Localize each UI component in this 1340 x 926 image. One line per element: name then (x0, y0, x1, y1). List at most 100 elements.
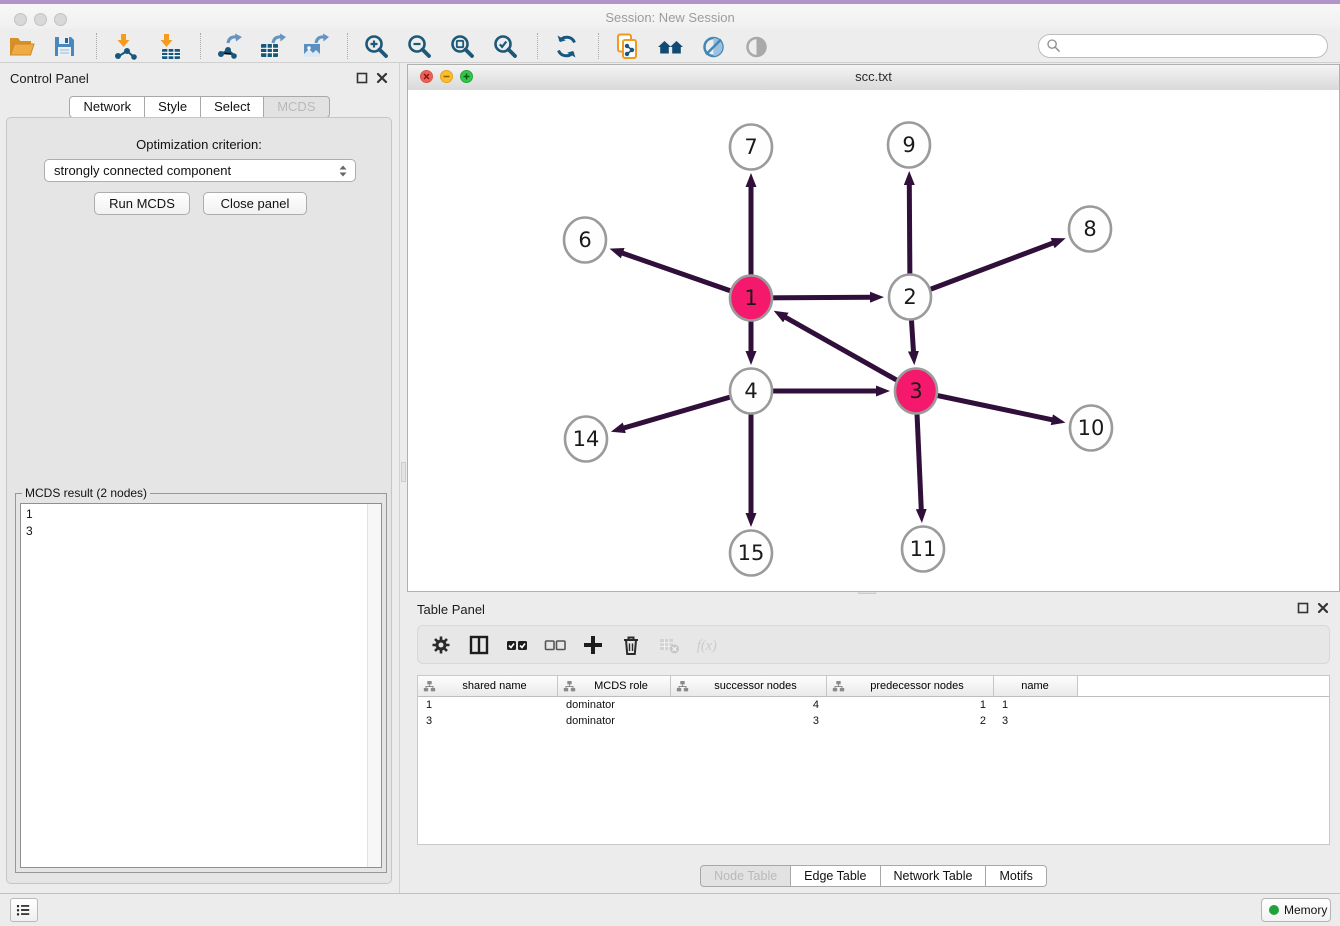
table-cell[interactable]: dominator (558, 699, 671, 711)
table-cell[interactable]: 3 (994, 715, 1078, 727)
search-input[interactable] (1038, 34, 1328, 58)
search-field[interactable] (1065, 36, 1319, 56)
table-cell[interactable]: 1 (418, 699, 558, 711)
table-body: 1dominator4113dominator323 (418, 697, 1329, 729)
toolbar-separator (96, 33, 98, 59)
column-header-predecessor-nodes[interactable]: predecessor nodes (827, 676, 994, 696)
column-label: MCDS role (578, 680, 670, 692)
criterion-select[interactable]: strongly connected component (44, 159, 356, 182)
optimization-criterion-label: Optimization criterion: (7, 137, 391, 152)
graph-svg[interactable]: 1 2 3 4 6 7 8 9 10 11 14 15 (408, 90, 1339, 591)
first-neighbors-icon[interactable] (657, 33, 684, 60)
control-panel-title: Control Panel (10, 71, 89, 86)
list-icon (14, 901, 33, 919)
table-tab-motifs[interactable]: Motifs (986, 865, 1046, 887)
run-mcds-button[interactable]: Run MCDS (94, 192, 190, 215)
column-header-MCDS-role[interactable]: MCDS role (558, 676, 671, 696)
sort-tree-icon (563, 680, 576, 692)
toolbar-separator (347, 33, 349, 59)
graph-node-9[interactable]: 9 (888, 123, 930, 168)
clone-network-icon[interactable] (614, 33, 641, 60)
result-scrollbar[interactable] (367, 504, 381, 867)
show-graphics-details-icon[interactable] (743, 33, 770, 60)
mcds-result-text[interactable]: 1 3 (20, 503, 382, 868)
zoom-selected-icon[interactable] (492, 33, 519, 60)
table-header-row: shared name MCDS role successor nodesprede… (418, 676, 1329, 697)
svg-text:6: 6 (578, 228, 591, 252)
graph-node-8[interactable]: 8 (1069, 207, 1111, 252)
graph-node-7[interactable]: 7 (730, 125, 772, 170)
zoom-out-icon[interactable] (406, 33, 433, 60)
graph-node-11[interactable]: 11 (902, 527, 944, 572)
task-history-button[interactable] (10, 898, 38, 922)
column-header-shared-name[interactable]: shared name (418, 676, 558, 696)
column-header-name[interactable]: name (994, 676, 1078, 696)
column-header-successor-nodes[interactable]: successor nodes (671, 676, 827, 696)
table-cell[interactable]: 1 (994, 699, 1078, 711)
save-session-icon[interactable] (51, 33, 78, 60)
import-network-icon[interactable] (112, 33, 139, 60)
graph-node-4[interactable]: 4 (730, 369, 772, 414)
zoom-in-icon[interactable] (363, 33, 390, 60)
graph-edge-2-8[interactable] (910, 243, 1054, 297)
control-panel-close-icon[interactable] (375, 71, 389, 85)
network-canvas[interactable]: 1 2 3 4 6 7 8 9 10 11 14 15 (408, 90, 1339, 591)
delete-table-icon (658, 634, 680, 656)
table-tab-edge-table[interactable]: Edge Table (791, 865, 880, 887)
app-window: Session: New Session Control Panel Netwo… (0, 0, 1340, 926)
stepper-icon (335, 163, 351, 179)
graph-node-15[interactable]: 15 (730, 531, 772, 576)
refresh-icon[interactable] (553, 33, 580, 60)
table-cell[interactable]: 1 (827, 699, 994, 711)
close-panel-button[interactable]: Close panel (203, 192, 307, 215)
main-toolbar (0, 29, 1340, 63)
control-tab-mcds[interactable]: MCDS (264, 96, 329, 118)
add-column-icon[interactable] (582, 634, 604, 656)
graph-node-3[interactable]: 3 (895, 369, 937, 414)
svg-text:7: 7 (744, 135, 757, 159)
table-cell[interactable]: 2 (827, 715, 994, 727)
svg-text:11: 11 (910, 537, 937, 561)
export-table-icon[interactable] (259, 33, 286, 60)
delete-column-icon[interactable] (620, 634, 642, 656)
zoom-fit-icon[interactable] (449, 33, 476, 60)
graph-node-10[interactable]: 10 (1070, 406, 1112, 451)
memory-status-dot (1269, 905, 1279, 915)
graph-node-6[interactable]: 6 (564, 218, 606, 263)
table-cell[interactable]: 3 (671, 715, 827, 727)
table-cell[interactable]: dominator (558, 715, 671, 727)
import-table-icon[interactable] (155, 33, 182, 60)
deselect-all-icon[interactable] (544, 634, 566, 656)
table-tab-node-table[interactable]: Node Table (700, 865, 791, 887)
table-tabs: Node TableEdge TableNetwork TableMotifs (407, 865, 1340, 887)
table-cell[interactable]: 3 (418, 715, 558, 727)
svg-text:8: 8 (1083, 217, 1096, 241)
column-label: successor nodes (691, 680, 826, 692)
table-tab-network-table[interactable]: Network Table (881, 865, 987, 887)
network-window-titlebar[interactable]: scc.txt (408, 65, 1339, 91)
table-options-icon[interactable] (430, 634, 452, 656)
control-panel-float-icon[interactable] (355, 71, 369, 85)
table-panel-close-icon[interactable] (1316, 601, 1330, 615)
control-tab-network[interactable]: Network (69, 96, 145, 118)
table-cell[interactable]: 4 (671, 699, 827, 711)
vertical-splitter-handle[interactable] (401, 462, 406, 482)
control-tab-style[interactable]: Style (145, 96, 201, 118)
table-panel-float-icon[interactable] (1296, 601, 1310, 615)
graph-node-1[interactable]: 1 (730, 276, 772, 321)
hide-graphics-details-icon[interactable] (700, 33, 727, 60)
graph-node-2[interactable]: 2 (889, 275, 931, 320)
control-tab-select[interactable]: Select (201, 96, 264, 118)
sort-tree-icon (423, 680, 436, 692)
export-image-icon[interactable] (302, 33, 329, 60)
memory-button[interactable]: Memory (1261, 898, 1331, 922)
table-row[interactable]: 3dominator323 (418, 713, 1329, 729)
select-all-icon[interactable] (506, 634, 528, 656)
open-session-icon[interactable] (8, 33, 35, 60)
table-panel: Table Panel f(x) shared nameMCDS rolesuc… (407, 594, 1340, 893)
graph-node-14[interactable]: 14 (565, 417, 607, 462)
table-toolbar: f(x) (417, 625, 1330, 664)
column-view-icon[interactable] (468, 634, 490, 656)
export-network-icon[interactable] (216, 33, 243, 60)
table-row[interactable]: 1dominator411 (418, 697, 1329, 713)
